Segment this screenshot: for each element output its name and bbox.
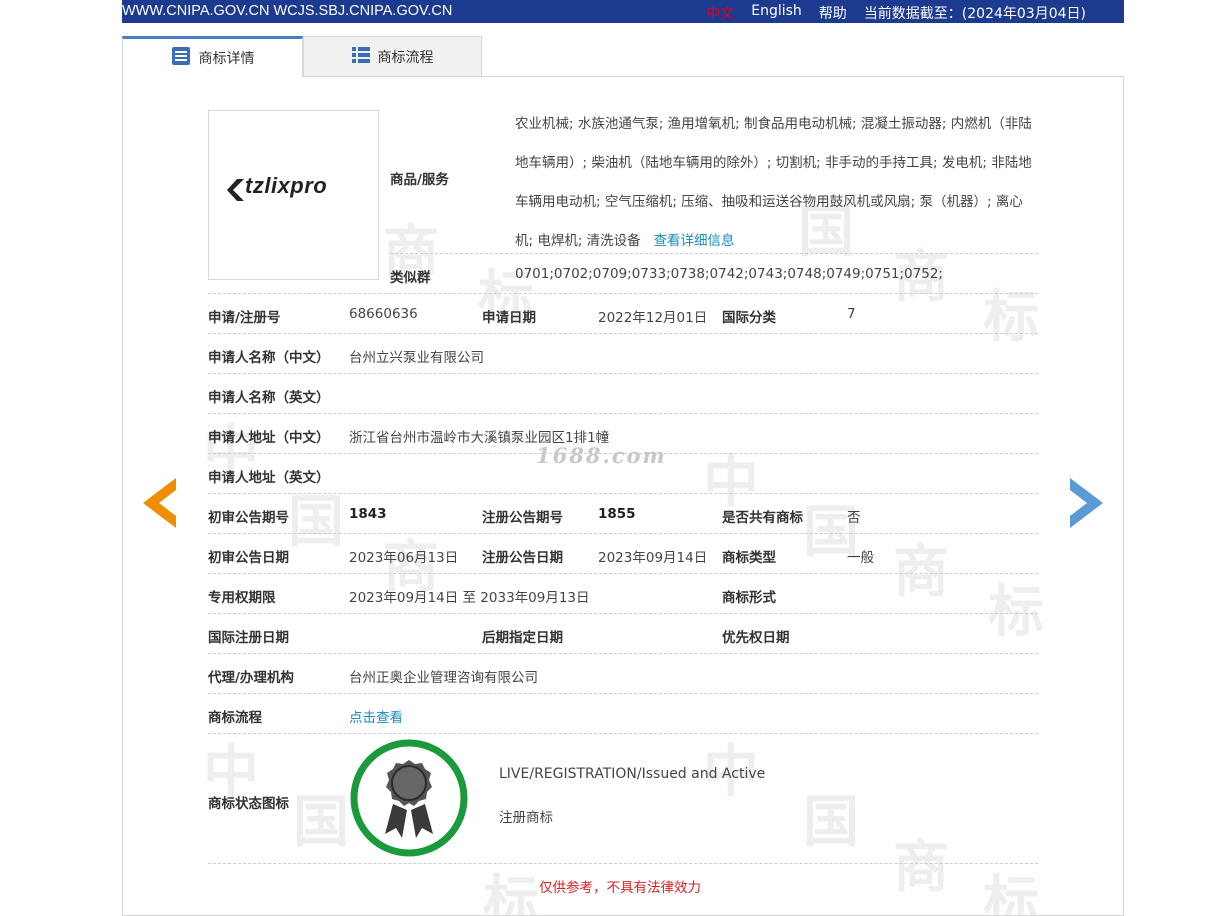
row-divider bbox=[208, 733, 1038, 734]
background-watermark: 标 bbox=[983, 869, 1039, 916]
row-divider bbox=[208, 653, 1038, 654]
tab-label: 商标详情 bbox=[198, 51, 255, 67]
intl-class-label: 国际分类 bbox=[722, 310, 776, 326]
goods-services-label: 商品/服务 bbox=[390, 172, 449, 188]
agent-label: 代理/办理机构 bbox=[208, 670, 294, 686]
row-divider bbox=[390, 253, 1038, 254]
row-divider bbox=[208, 373, 1038, 374]
mark-type-value: 一般 bbox=[847, 550, 874, 566]
background-watermark: 国 bbox=[803, 789, 859, 855]
view-details-link[interactable]: 查看详细信息 bbox=[654, 233, 735, 249]
applicant-cn-label: 申请人名称（中文） bbox=[208, 350, 330, 366]
lang-english-link[interactable]: English bbox=[751, 3, 802, 23]
row-divider bbox=[208, 333, 1038, 334]
next-arrow-icon[interactable] bbox=[1070, 478, 1103, 528]
applicant-cn-value: 台州立兴泵业有限公司 bbox=[349, 350, 484, 366]
mark-type-label: 商标类型 bbox=[722, 550, 776, 566]
data-date: 当前数据截至：(2024年03月04日) bbox=[863, 6, 1086, 22]
view-flow-link[interactable]: 点击查看 bbox=[349, 706, 403, 726]
reg-no-label: 申请/注册号 bbox=[208, 310, 281, 326]
address-cn-label: 申请人地址（中文） bbox=[208, 430, 330, 446]
list-icon bbox=[351, 46, 370, 67]
reg-pub-no-value: 1855 bbox=[598, 506, 636, 522]
site-watermark: 1688.com bbox=[536, 443, 667, 468]
row-divider bbox=[208, 533, 1038, 534]
background-watermark: 标 bbox=[483, 869, 539, 916]
prelim-date-value: 2023年06月13日 bbox=[349, 550, 459, 566]
prelim-no-value: 1843 bbox=[349, 506, 387, 522]
intl-reg-date-label: 国际注册日期 bbox=[208, 630, 289, 646]
flow-label: 商标流程 bbox=[208, 710, 262, 726]
shared-mark-value: 否 bbox=[847, 510, 861, 526]
row-divider bbox=[208, 493, 1038, 494]
priority-date-label: 优先权日期 bbox=[722, 630, 790, 646]
background-watermark: 国 bbox=[288, 489, 344, 555]
row-divider bbox=[208, 573, 1038, 574]
background-watermark: 标 bbox=[988, 579, 1044, 645]
row-divider bbox=[208, 613, 1038, 614]
row-divider bbox=[208, 413, 1038, 414]
exclusive-term-value: 2023年09月14日 至 2033年09月13日 bbox=[349, 590, 590, 606]
intl-class-value: 7 bbox=[847, 306, 856, 322]
similar-group-value: 0701;0702;0709;0733;0738;0742;0743;0748;… bbox=[515, 266, 943, 282]
previous-arrow-icon[interactable] bbox=[143, 478, 176, 528]
logo-wordmark: tzlixpro bbox=[245, 173, 328, 198]
background-watermark: 国 bbox=[293, 789, 349, 855]
mark-form-label: 商标形式 bbox=[722, 590, 776, 606]
reg-no-value: 68660636 bbox=[349, 306, 418, 322]
status-icon-label: 商标状态图标 bbox=[208, 796, 289, 812]
reg-pub-date-value: 2023年09月14日 bbox=[598, 550, 708, 566]
agent-value: 台州正奥企业管理咨询有限公司 bbox=[349, 670, 538, 686]
reg-pub-date-label: 注册公告日期 bbox=[482, 550, 563, 566]
row-divider bbox=[208, 693, 1038, 694]
disclaimer-notice: 仅供参考，不具有法律效力 bbox=[539, 880, 701, 896]
document-list-icon bbox=[171, 46, 191, 70]
site-urls: WWW.CNIPA.GOV.CN WCJS.SBJ.CNIPA.GOV.CN bbox=[122, 3, 453, 19]
row-divider bbox=[208, 293, 1038, 294]
logo-arrow-mark bbox=[227, 179, 244, 201]
shared-mark-label: 是否共有商标 bbox=[722, 510, 803, 526]
tab-trademark-flow[interactable]: 商标流程 bbox=[303, 36, 482, 76]
registered-status-icon bbox=[350, 739, 468, 857]
top-bar: WWW.CNIPA.GOV.CN WCJS.SBJ.CNIPA.GOV.CN 中… bbox=[122, 0, 1124, 23]
row-divider bbox=[208, 863, 1038, 864]
tab-label: 商标流程 bbox=[377, 49, 434, 66]
address-en-label: 申请人地址（英文） bbox=[208, 470, 330, 486]
background-watermark: 商 bbox=[893, 539, 949, 605]
goods-services-text: 农业机械; 水族池通气泵; 渔用增氧机; 制食品用电动机械; 混凝土振动器; 内… bbox=[515, 116, 1032, 249]
later-date-label: 后期指定日期 bbox=[482, 630, 563, 646]
tab-trademark-details[interactable]: 商标详情 bbox=[122, 36, 303, 77]
apply-date-label: 申请日期 bbox=[482, 310, 536, 326]
goods-services-list: 农业机械; 水族池通气泵; 渔用增氧机; 制食品用电动机械; 混凝土振动器; 内… bbox=[515, 105, 1040, 261]
status-text-cn: 注册商标 bbox=[499, 810, 553, 826]
background-watermark: 标 bbox=[983, 284, 1039, 350]
help-link[interactable]: 帮助 bbox=[819, 3, 847, 23]
prelim-date-label: 初审公告日期 bbox=[208, 550, 289, 566]
trademark-image: tzlixpro bbox=[208, 110, 379, 280]
reg-pub-no-label: 注册公告期号 bbox=[482, 510, 563, 526]
lang-chinese-link[interactable]: 中文 bbox=[706, 3, 734, 23]
apply-date-value: 2022年12月01日 bbox=[598, 310, 708, 326]
exclusive-term-label: 专用权期限 bbox=[208, 590, 276, 606]
similar-group-label: 类似群 bbox=[390, 270, 431, 286]
status-text-en: LIVE/REGISTRATION/Issued and Active bbox=[499, 766, 766, 782]
applicant-en-label: 申请人名称（英文） bbox=[208, 390, 330, 406]
prelim-no-label: 初审公告期号 bbox=[208, 510, 289, 526]
